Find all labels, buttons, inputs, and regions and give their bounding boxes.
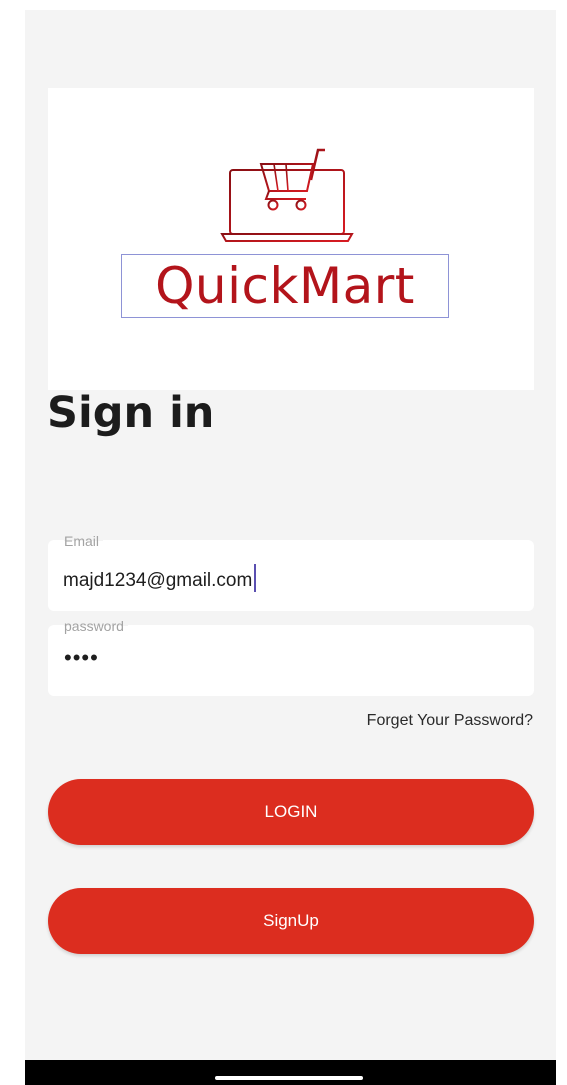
brand-logo-text: QuickMart [121, 254, 449, 318]
password-label: password [64, 617, 128, 635]
email-field[interactable]: Email majd1234@gmail.com [48, 532, 534, 611]
login-button[interactable]: LOGIN [48, 779, 534, 845]
text-caret [254, 564, 257, 592]
email-label: Email [64, 532, 104, 550]
logo-card: QuickMart [48, 88, 534, 390]
email-value: majd1234@gmail.com [63, 570, 253, 591]
signup-button[interactable]: SignUp [48, 888, 534, 954]
laptop-cart-icon [220, 148, 354, 242]
app-screen: QuickMart Sign in Email majd1234@gmail.c… [25, 10, 556, 1085]
page-title: Sign in [47, 388, 215, 438]
password-field[interactable]: password •••• [48, 617, 534, 696]
email-input[interactable]: majd1234@gmail.com [63, 564, 503, 592]
password-input[interactable]: •••• [64, 645, 99, 671]
system-nav-bar [25, 1060, 556, 1085]
forgot-password-link[interactable]: Forget Your Password? [367, 712, 533, 730]
home-indicator[interactable] [215, 1076, 363, 1080]
